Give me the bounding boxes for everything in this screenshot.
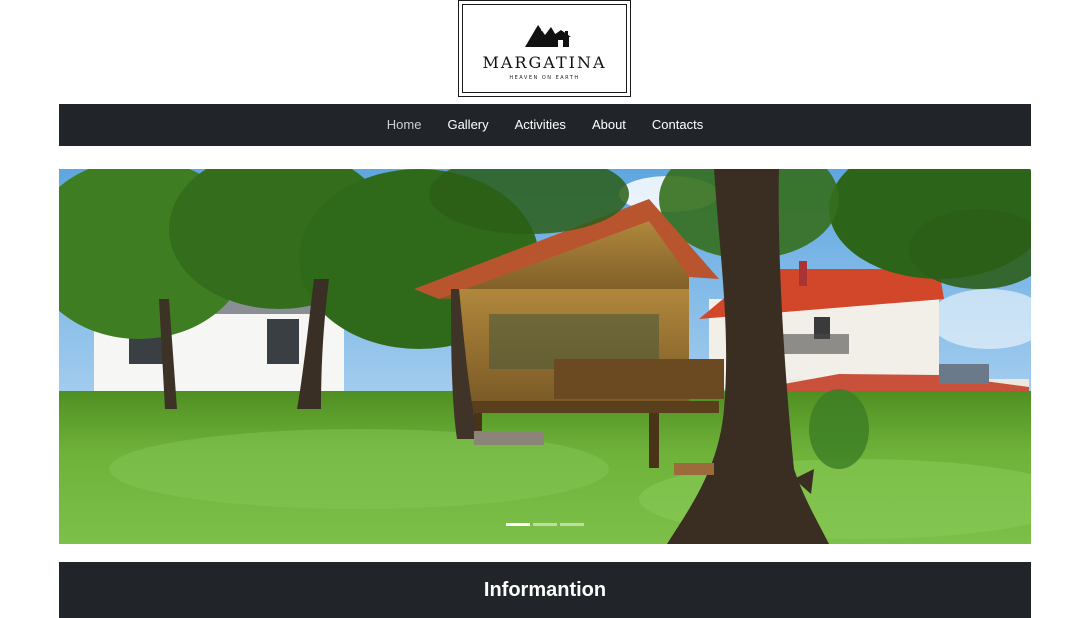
site-logo[interactable]: MARGATINA HEAVEN ON EARTH xyxy=(458,0,631,97)
hero-carousel[interactable] xyxy=(59,169,1031,544)
main-navbar: Home Gallery Activities About Contacts xyxy=(59,104,1031,146)
nav-menu: Home Gallery Activities About Contacts xyxy=(59,104,1031,146)
nav-contacts-link[interactable]: Contacts xyxy=(639,104,716,146)
nav-home-link[interactable]: Home xyxy=(374,104,435,146)
information-banner: Informantion xyxy=(59,562,1031,618)
information-title: Informantion xyxy=(483,578,607,601)
logo-name: MARGATINA xyxy=(482,53,607,72)
mountain-house-icon xyxy=(525,25,571,47)
nav-gallery-link[interactable]: Gallery xyxy=(434,104,501,146)
carousel-indicator-3[interactable] xyxy=(560,523,584,526)
logo-frame: MARGATINA HEAVEN ON EARTH xyxy=(462,4,627,93)
logo-tagline: HEAVEN ON EARTH xyxy=(509,75,580,81)
carousel-indicators xyxy=(59,523,1031,526)
nav-about-link[interactable]: About xyxy=(579,104,639,146)
carousel-indicator-1[interactable] xyxy=(506,523,530,526)
hero-image xyxy=(59,169,1031,544)
carousel-indicator-2[interactable] xyxy=(533,523,557,526)
nav-activities-link[interactable]: Activities xyxy=(502,104,579,146)
